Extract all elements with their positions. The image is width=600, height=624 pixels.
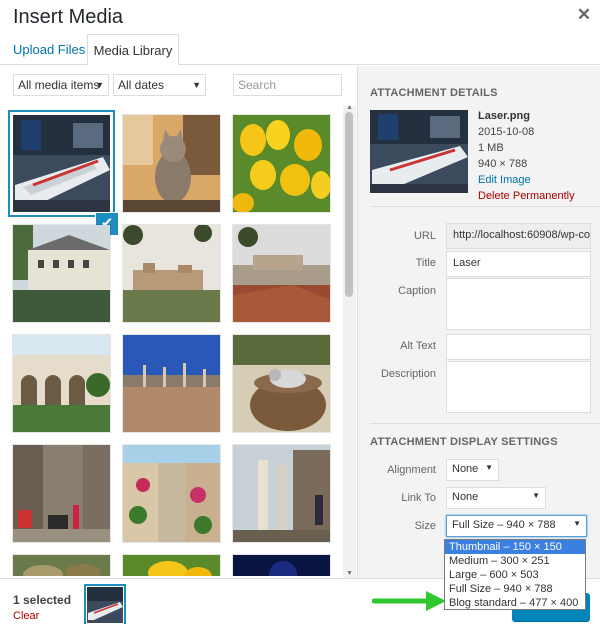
media-grid: ✔ — [0, 106, 341, 576]
media-thumb-canal-houses[interactable] — [13, 225, 110, 322]
date-filter[interactable]: All dates ▼ — [113, 74, 206, 96]
media-thumb-cat-in-barrel[interactable] — [233, 335, 330, 432]
close-icon[interactable]: ✕ — [576, 6, 592, 24]
media-thumb-cat[interactable] — [123, 115, 220, 212]
alignment-label: Alignment — [387, 464, 436, 476]
media-thumb-columns-ruins[interactable] — [233, 445, 330, 542]
tab-upload-files[interactable]: Upload Files — [13, 34, 85, 65]
media-tabs: Upload Files Media Library — [0, 34, 600, 66]
size-option-large[interactable]: Large – 600 × 503 — [445, 568, 585, 582]
attachment-filesize: 1 MB — [478, 142, 504, 154]
delete-permanently-link[interactable]: Delete Permanently — [478, 188, 575, 204]
description-label: Description — [380, 368, 436, 380]
media-type-filter[interactable]: All media items ▼ — [13, 74, 109, 96]
size-options-list: Thumbnail – 150 × 150 Medium – 300 × 251… — [444, 539, 586, 610]
media-thumb-hilltop-castle[interactable] — [123, 225, 220, 322]
alt-text-label: Alt Text — [400, 340, 436, 352]
modal-title: Insert Media — [13, 6, 124, 28]
selection-count: 1 selected — [13, 593, 72, 607]
clear-selection-link[interactable]: Clear — [13, 610, 39, 622]
size-option-thumbnail[interactable]: Thumbnail – 150 × 150 — [445, 540, 585, 554]
media-thumb-laser-boat[interactable] — [13, 115, 110, 212]
url-field[interactable]: http://localhost:60908/wp-co — [446, 223, 591, 249]
media-thumb-ruins-plaza[interactable] — [123, 335, 220, 432]
chevron-down-icon: ▼ — [573, 519, 581, 528]
attachment-dimensions: 940 × 788 — [478, 158, 528, 170]
media-type-filter-value: All media items — [18, 78, 100, 92]
size-select-value: Full Size – 940 × 788 — [452, 519, 556, 531]
alignment-select[interactable]: None ▼ — [446, 459, 499, 481]
attachment-details-heading: Attachment Details — [370, 87, 498, 99]
media-thumb-yellow-tulips[interactable] — [233, 115, 330, 212]
title-field[interactable]: Laser — [446, 251, 591, 277]
alignment-select-value: None — [452, 463, 479, 475]
link-to-select[interactable]: None ▼ — [446, 487, 546, 509]
link-to-select-value: None — [452, 491, 479, 503]
link-to-label: Link To — [401, 492, 436, 504]
media-thumb-flower-alley[interactable] — [123, 445, 220, 542]
media-thumb-arched-courtyard[interactable] — [13, 335, 110, 432]
display-settings-heading: Attachment Display Settings — [370, 436, 558, 448]
attachment-preview — [370, 110, 468, 193]
arrow-right-icon — [372, 591, 446, 611]
media-thumb-alhambra-view[interactable] — [233, 225, 330, 322]
size-option-medium[interactable]: Medium – 300 × 251 — [445, 554, 585, 568]
modal-header: Insert Media ✕ — [0, 0, 600, 34]
size-option-full[interactable]: Full Size – 940 × 788 — [445, 582, 585, 596]
alt-text-field[interactable] — [446, 334, 591, 360]
scroll-down-icon[interactable]: ▼ — [345, 570, 354, 577]
caption-label: Caption — [398, 285, 436, 297]
media-thumb-food[interactable] — [13, 555, 110, 576]
edit-image-link[interactable]: Edit Image — [478, 172, 575, 188]
size-option-blog-standard[interactable]: Blog standard – 477 × 400 — [445, 596, 585, 610]
attachment-sidebar: Attachment Details Laser.png 2015-10-08 … — [357, 66, 600, 578]
scrollbar-thumb[interactable] — [345, 112, 353, 297]
caption-field[interactable] — [446, 278, 591, 330]
chevron-down-icon: ▼ — [485, 463, 493, 472]
media-thumb-stone-street[interactable] — [13, 445, 110, 542]
search-input[interactable] — [233, 74, 342, 96]
date-filter-value: All dates — [118, 78, 165, 92]
grid-scrollbar[interactable]: ▲ ▼ — [343, 104, 356, 578]
divider — [370, 423, 600, 424]
size-label: Size — [414, 520, 436, 532]
chevron-down-icon: ▼ — [95, 80, 104, 90]
chevron-down-icon: ▼ — [192, 80, 201, 90]
scroll-up-icon[interactable]: ▲ — [345, 104, 354, 111]
media-thumb-night-sky[interactable] — [233, 555, 330, 576]
selected-attachment-thumb[interactable] — [87, 587, 123, 623]
chevron-down-icon: ▼ — [532, 491, 540, 500]
tab-media-library[interactable]: Media Library — [87, 34, 179, 66]
media-thumb-yellow-flowers[interactable] — [123, 555, 220, 576]
description-field[interactable] — [446, 361, 591, 413]
divider — [370, 206, 600, 207]
url-label: URL — [413, 230, 436, 242]
attachment-info: Laser.png 2015-10-08 1 MB 940 × 788 Edit… — [478, 108, 575, 204]
attachment-filename: Laser.png — [478, 110, 530, 122]
attachment-date: 2015-10-08 — [478, 126, 535, 138]
title-label: Title — [415, 257, 436, 269]
size-select[interactable]: Full Size – 940 × 788 ▼ — [446, 515, 587, 537]
